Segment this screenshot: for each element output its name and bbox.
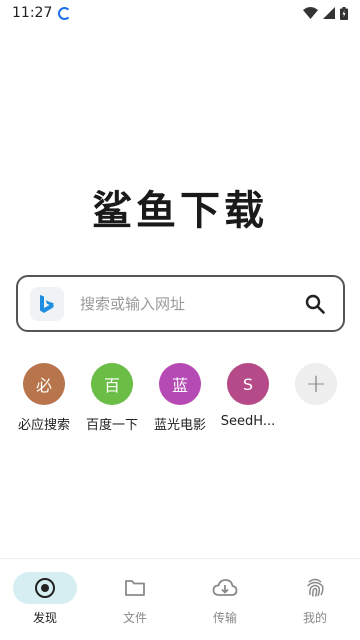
shortcut-blu-ray-movies[interactable]: 蓝 蓝光电影 [148, 363, 212, 433]
shortcut-grid: 必 必应搜索 百 百度一下 蓝 蓝光电影 S SeedH... + [0, 363, 360, 443]
nav-label: 传输 [212, 611, 237, 625]
status-time: 11:27 [12, 5, 53, 21]
nav-label: 我的 [302, 611, 327, 625]
nav-label: 文件 [122, 611, 147, 625]
sync-icon [58, 6, 72, 20]
nav-label: 发现 [32, 611, 57, 625]
fingerprint-icon[interactable] [283, 572, 347, 604]
nav-item-profile[interactable]: 我的 [282, 572, 348, 626]
bottom-nav: 发现 文件 传输 我的 [0, 558, 360, 640]
search-input[interactable]: 搜索或输入网址 [80, 293, 299, 314]
shortcut-seedh[interactable]: S SeedH... [216, 363, 280, 429]
cloud-download-icon[interactable] [193, 572, 257, 604]
shortcut-baidu-icon[interactable]: 百 [91, 363, 133, 405]
nav-item-files[interactable]: 文件 [102, 572, 168, 626]
search-icon[interactable] [299, 288, 331, 320]
shortcut-label: 必应搜索 [17, 418, 70, 433]
status-right [303, 6, 348, 20]
nav-item-transfer[interactable]: 传输 [192, 572, 258, 626]
shortcut-label: 蓝光电影 [153, 418, 206, 433]
discover-icon[interactable] [13, 572, 77, 604]
wifi-icon [303, 7, 318, 19]
signal-icon [323, 7, 335, 19]
shortcut-bing[interactable]: 必 必应搜索 [12, 363, 76, 433]
shortcut-add[interactable]: + [284, 363, 348, 405]
shortcut-label: SeedH... [220, 414, 276, 429]
app-logo: 鲨鱼下载 [92, 188, 268, 234]
status-bar: 11:27 [0, 0, 360, 26]
shortcut-seedh-icon[interactable]: S [227, 363, 269, 405]
shortcut-blu-ray-icon[interactable]: 蓝 [159, 363, 201, 405]
shortcut-bing-icon[interactable]: 必 [23, 363, 65, 405]
shortcut-label: 百度一下 [85, 418, 138, 433]
add-shortcut-button[interactable]: + [295, 363, 337, 405]
search-bar[interactable]: 搜索或输入网址 [16, 275, 345, 332]
folder-icon[interactable] [103, 572, 167, 604]
status-left: 11:27 [12, 5, 72, 21]
battery-icon [340, 6, 348, 20]
nav-item-discover[interactable]: 发现 [12, 572, 78, 626]
bing-icon[interactable] [30, 286, 64, 321]
shortcut-baidu[interactable]: 百 百度一下 [80, 363, 144, 433]
